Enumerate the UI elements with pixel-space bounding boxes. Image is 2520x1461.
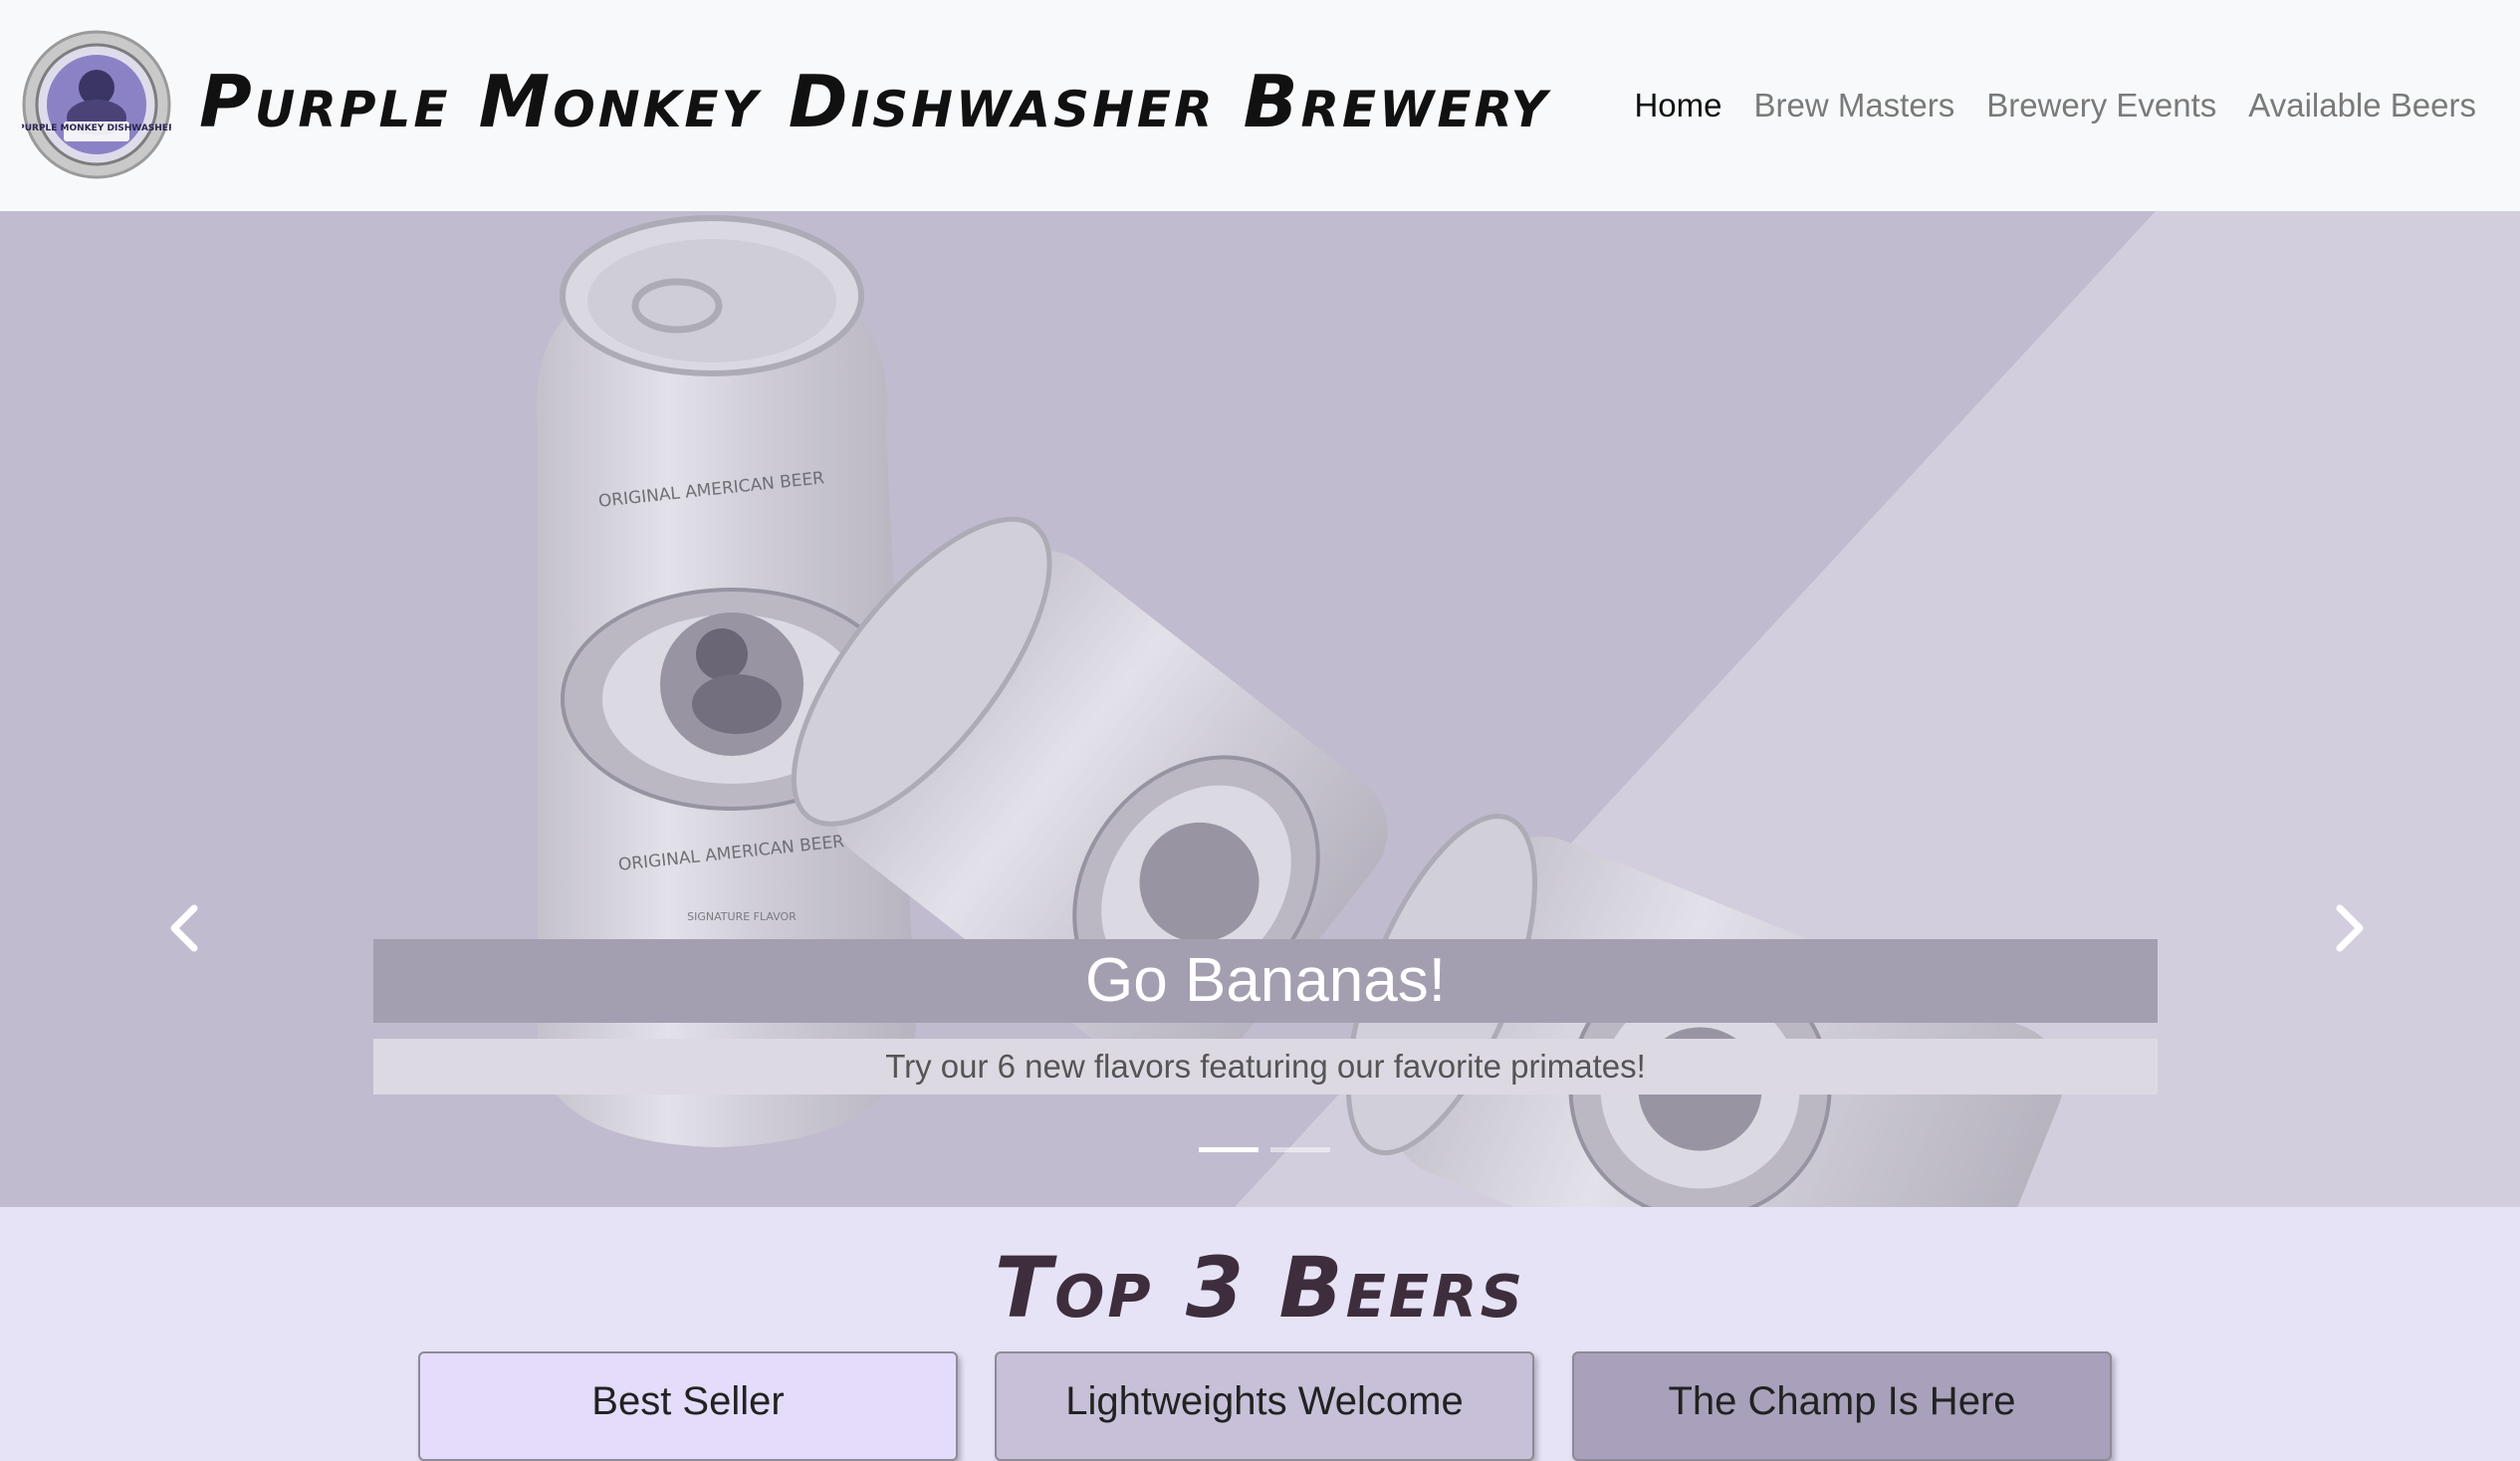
card-title: The Champ Is Here (1668, 1379, 2016, 1423)
carousel-indicator-2[interactable] (1270, 1147, 1330, 1152)
carousel-indicator-1[interactable] (1199, 1147, 1259, 1152)
brand-title[interactable]: Purple Monkey Dishwasher Brewery (199, 52, 1550, 151)
brewery-logo[interactable]: PURPLE MONKEY DISHWASHER (22, 30, 171, 179)
caption-title-bar: Go Bananas! (373, 939, 2158, 1023)
beer-card-lightweights-welcome[interactable]: Lightweights Welcome (995, 1351, 1534, 1461)
card-title: Best Seller (591, 1379, 785, 1423)
beer-card-the-champ-is-here[interactable]: The Champ Is Here (1572, 1351, 2112, 1461)
navbar: PURPLE MONKEY DISHWASHER Purple Monkey D… (0, 0, 2520, 211)
main-nav: Home Brew Masters Brewery Events Availab… (1618, 80, 2492, 131)
nav-available-beers[interactable]: Available Beers (2232, 80, 2492, 131)
chevron-left-icon[interactable] (154, 898, 214, 958)
card-title: Lightweights Welcome (1065, 1379, 1464, 1423)
top-beers-title: Top 3 Beers (994, 1239, 1526, 1337)
chevron-right-icon[interactable] (2320, 898, 2380, 958)
nav-home[interactable]: Home (1618, 80, 1737, 131)
nav-brewery-events[interactable]: Brewery Events (1970, 80, 2232, 131)
nav-brew-masters[interactable]: Brew Masters (1737, 80, 1970, 131)
carousel-caption-text: Try our 6 new flavors featuring our favo… (885, 1048, 1646, 1085)
logo-text: PURPLE MONKEY DISHWASHER (22, 123, 171, 133)
beer-card-best-seller[interactable]: Best Seller (418, 1351, 958, 1461)
caption-text-bar: Try our 6 new flavors featuring our favo… (373, 1039, 2158, 1095)
hero-carousel: ORIGINAL AMERICAN BEER ORIGINAL AMERICAN… (0, 211, 2520, 1207)
carousel-caption-title: Go Bananas! (1085, 946, 1446, 1015)
carousel-indicators (1199, 1147, 1330, 1152)
